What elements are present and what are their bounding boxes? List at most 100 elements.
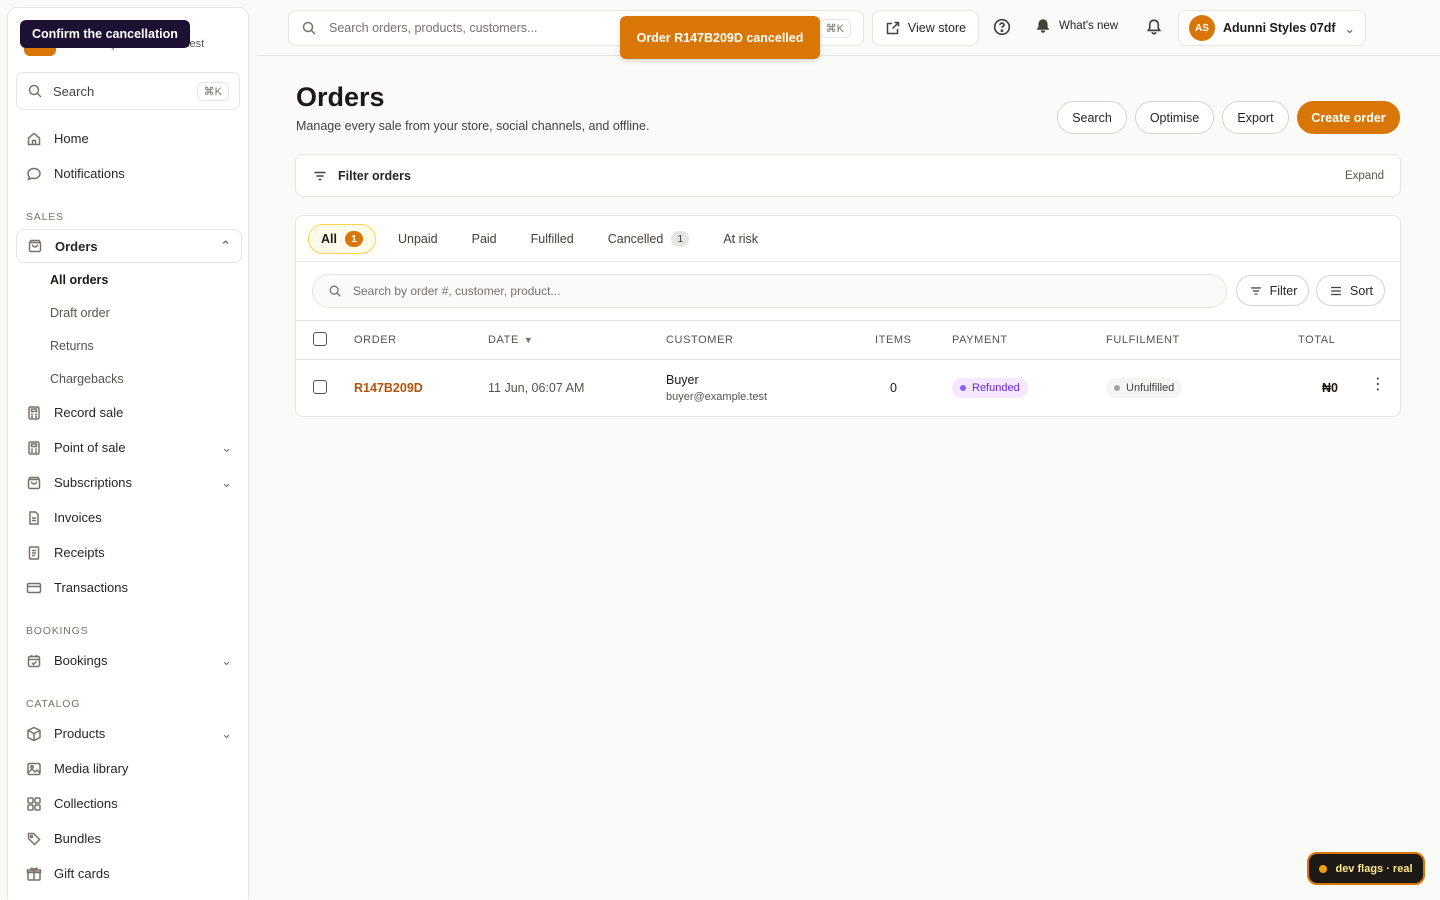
sidebar-item-home[interactable]: Home [16,121,242,156]
account-name: Adunni Styles 07df [1223,21,1336,35]
global-search-placeholder: Search orders, products, customers... [329,21,538,35]
status-badge-label: Refunded [972,382,1020,394]
search-icon [27,83,43,99]
chevron-up-icon: ⌃ [220,238,231,253]
tab-cancelled[interactable]: Cancelled 1 [596,224,702,254]
orders-search-placeholder: Search by order #, customer, product... [353,284,561,298]
fulfilment-status: Unfulfilled [1106,378,1183,398]
customer-name: Buyer [666,373,699,387]
sidebar-item-bookings[interactable]: Bookings ⌄ [16,643,242,678]
sidebar-item-label: Invoices [54,510,102,525]
sidebar-item-orders[interactable]: Orders ⌃ [16,229,242,263]
tab-at-risk[interactable]: At risk [711,224,770,254]
confirm-cancellation-tooltip: Confirm the cancellation [20,20,190,48]
tab-label: All [321,232,337,246]
chat-bubble-icon [26,166,42,182]
external-link-icon [885,20,901,36]
sidebar-item-point-of-sale[interactable]: Point of sale ⌄ [16,430,242,465]
create-order-button[interactable]: Create order [1297,101,1400,134]
order-date: 11 Jun, 06:07 AM [488,381,585,395]
search-button[interactable]: Search [1057,101,1127,134]
search-icon [327,283,343,299]
dev-flags-pill[interactable]: dev flags · real [1307,852,1425,885]
tab-label: At risk [723,232,759,246]
divider [296,261,1400,262]
orders-table-card: All 1 Unpaid Paid Fulfilled Cancelled 1 … [295,215,1401,417]
sidebar-item-subscriptions[interactable]: Subscriptions ⌄ [16,465,242,500]
tab-label: Fulfilled [530,232,574,246]
sidebar-subitem-all-orders[interactable]: All orders [16,263,242,296]
image-icon [26,761,42,777]
tab-unpaid[interactable]: Unpaid [386,224,450,254]
account-menu[interactable]: AS Adunni Styles 07df ⌄ [1178,10,1366,46]
tab-paid[interactable]: Paid [460,224,509,254]
sidebar-item-label: Home [54,131,89,146]
help-button[interactable] [993,18,1011,39]
row-checkbox[interactable] [313,380,327,394]
sidebar-subitem-returns[interactable]: Returns [16,329,242,362]
toast-notification: Order R147B209D cancelled [620,16,820,59]
shopping-bag-icon [27,238,43,254]
sidebar-item-collections[interactable]: Collections [16,786,242,821]
chevron-down-icon: ⌄ [221,439,232,455]
sidebar-subitem-draft-order[interactable]: Draft order [16,296,242,329]
orders-search-input[interactable]: Search by order #, customer, product... [312,274,1227,308]
document-icon [26,510,42,526]
page-subtitle: Manage every sale from your store, socia… [296,119,650,133]
sidebar-item-bundles[interactable]: Bundles [16,821,242,856]
optimise-button[interactable]: Optimise [1135,101,1214,134]
sidebar-item-label: Transactions [54,580,128,595]
divider [296,320,1400,321]
filter-icon [1248,283,1264,299]
filter-icon [312,168,328,184]
column-header-order: ORDER [354,334,397,346]
status-dot [1319,864,1328,873]
chevron-down-icon: ⌄ [1344,21,1355,36]
tab-all[interactable]: All 1 [308,224,376,254]
notifications-button[interactable] [1145,18,1163,39]
sidebar-search-shortcut: ⌘K [196,81,229,101]
sidebar-item-record-sale[interactable]: Record sale [16,395,242,430]
sidebar-subitem-chargebacks[interactable]: Chargebacks [16,362,242,395]
sidebar-item-label: Collections [54,796,118,811]
tab-label: Cancelled [607,232,664,246]
section-label-catalog: CATALOG [26,698,81,710]
sidebar-item-products[interactable]: Products ⌄ [16,716,242,751]
sidebar-item-label: Orders [55,238,98,254]
sidebar-item-notifications[interactable]: Notifications [16,156,242,191]
order-number-link[interactable]: R147B209D [354,381,423,395]
whats-new-button[interactable]: What's new [1035,18,1118,34]
sidebar-item-media-library[interactable]: Media library [16,751,242,786]
expand-filters-link[interactable]: Expand [1345,170,1384,182]
customer-email: buyer@example.test [666,391,768,403]
tab-fulfilled[interactable]: Fulfilled [519,224,586,254]
sidebar-item-gift-cards[interactable]: Gift cards [16,856,242,891]
chevron-down-icon: ⌄ [221,652,232,668]
sort-lines-icon [1328,283,1344,299]
row-more-menu-icon[interactable]: ⋮ [1370,377,1386,393]
item-count: 0 [890,381,897,395]
tab-label: Paid [471,232,497,246]
sidebar-item-label: Bookings [54,653,108,668]
credit-card-icon [26,580,42,596]
gift-icon [26,866,42,882]
top-bar: Search orders, products, customers... ⌘K… [257,0,1440,56]
chevron-down-icon: ⌄ [221,474,232,490]
filter-orders-bar[interactable]: Filter orders Expand [295,154,1401,197]
sidebar-search[interactable]: Search ⌘K [16,72,240,110]
filter-button[interactable]: Filter [1236,275,1309,306]
box-icon [26,726,42,742]
sidebar-item-receipts[interactable]: Receipts [16,535,242,570]
sidebar-item-transactions[interactable]: Transactions [16,570,242,605]
column-header-items: ITEMS [875,334,912,346]
select-all-checkbox[interactable] [313,332,327,346]
view-store-button[interactable]: View store [872,10,979,46]
sidebar: adunni-styles-07df.crate.test Search ⌘K … [7,7,249,900]
sort-button[interactable]: Sort [1316,275,1385,306]
sidebar-item-invoices[interactable]: Invoices [16,500,242,535]
column-header-date[interactable]: DATE ▼ [488,334,533,346]
export-button[interactable]: Export [1222,101,1289,134]
sort-desc-icon: ▼ [523,335,534,345]
sidebar-item-label: Receipts [54,545,105,560]
sidebar-search-label: Search [53,83,95,99]
